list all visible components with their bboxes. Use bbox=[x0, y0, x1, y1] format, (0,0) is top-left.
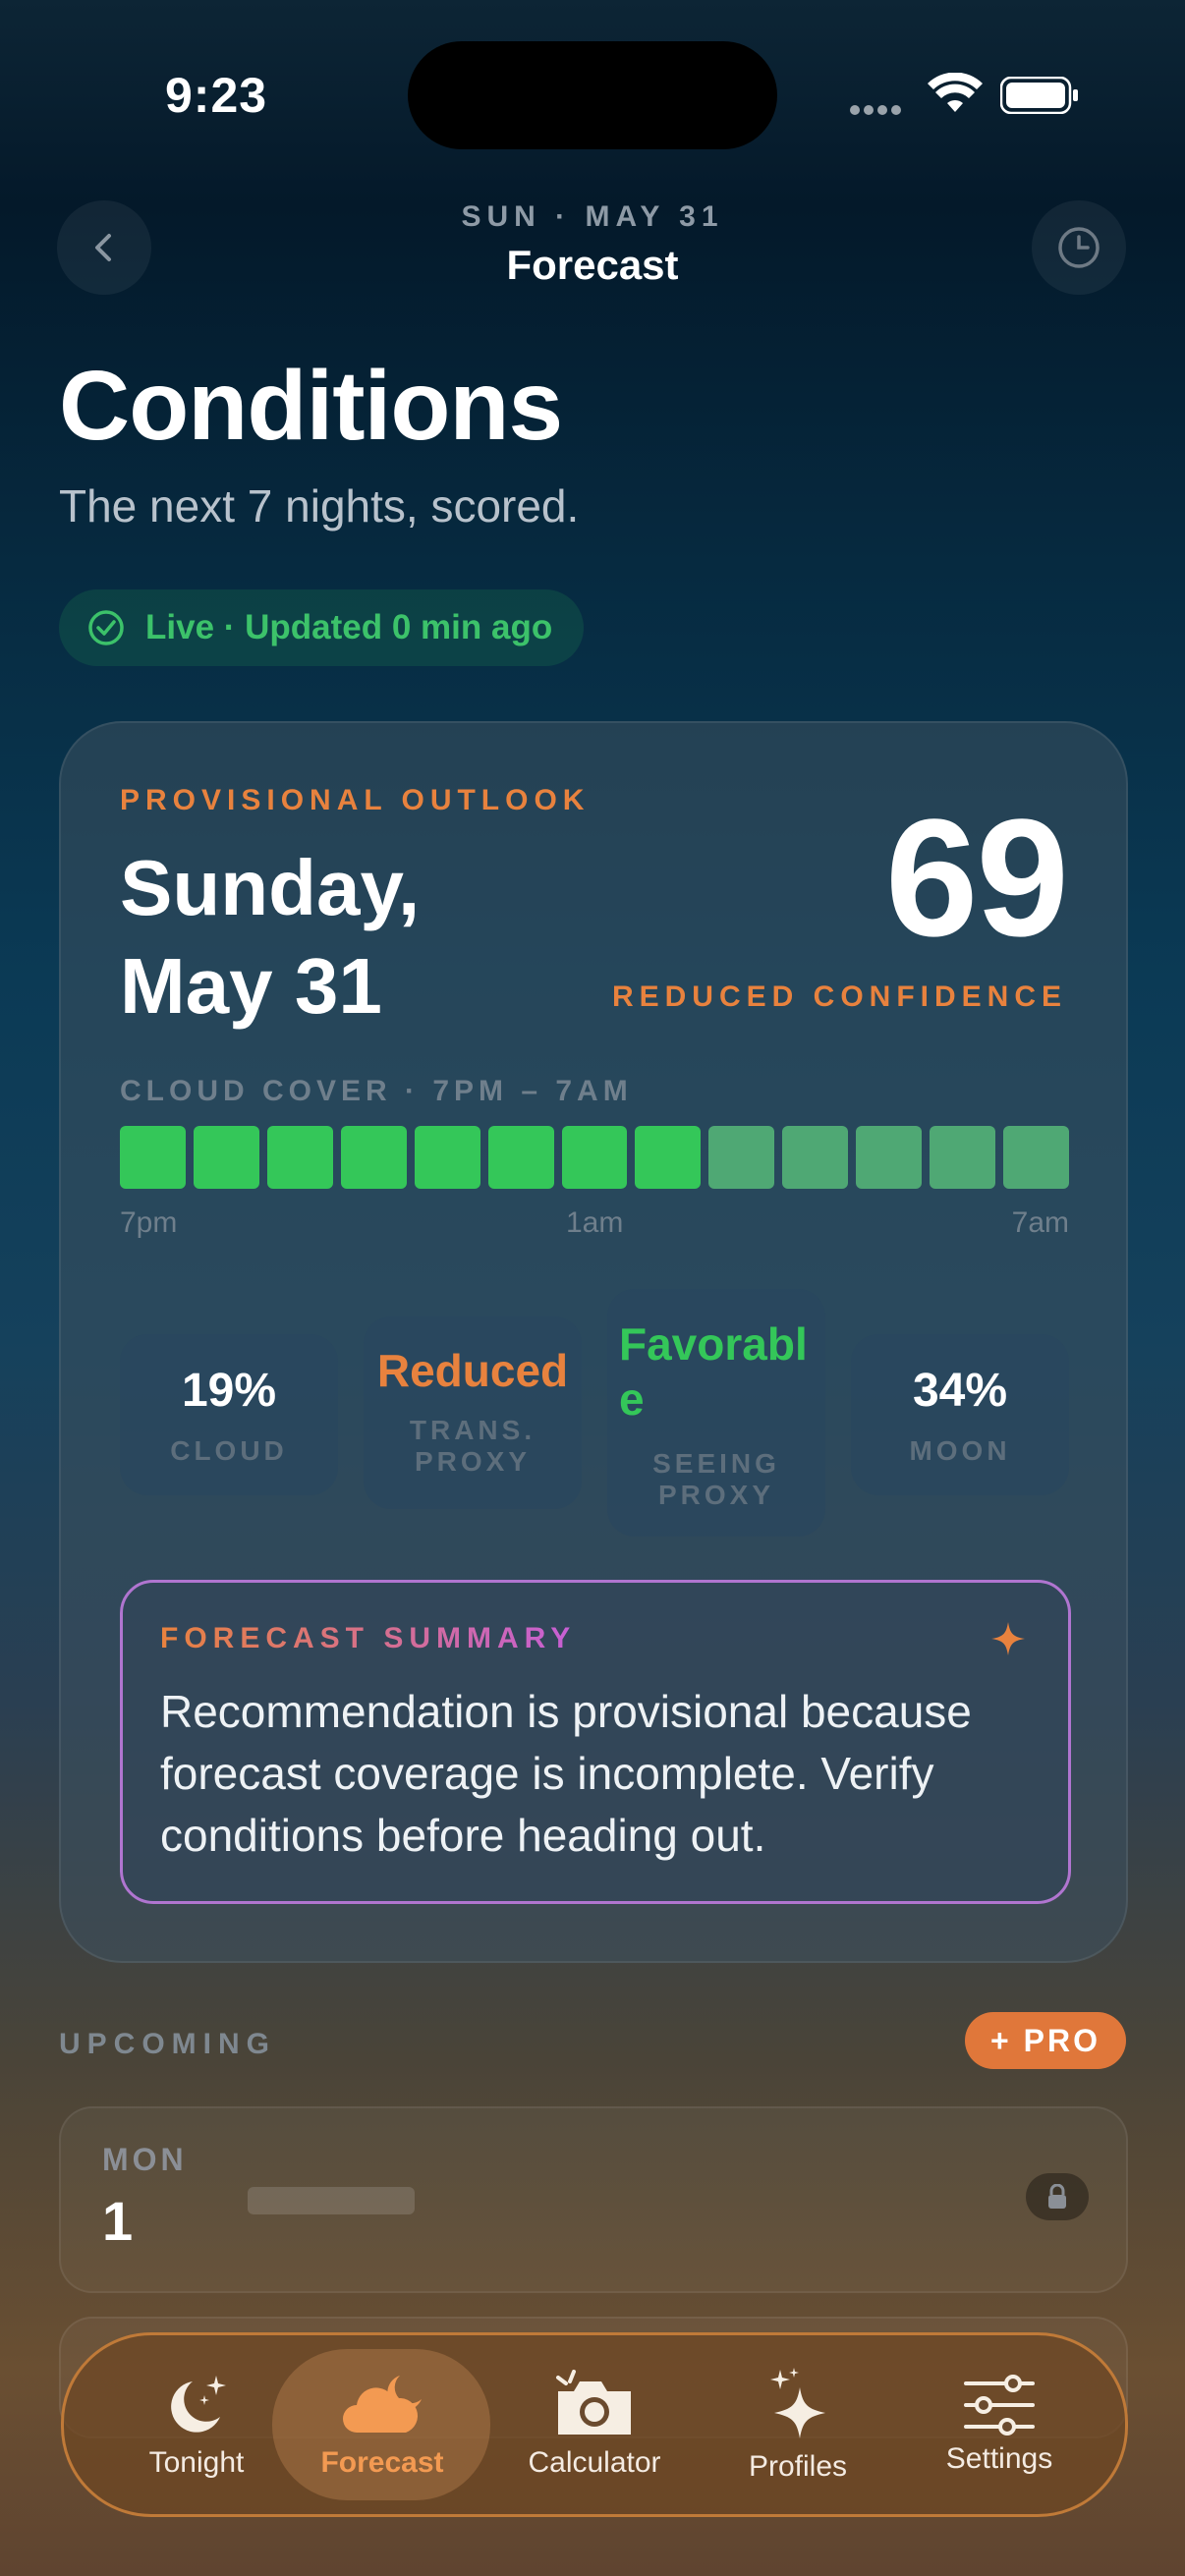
row-placeholder-bar bbox=[248, 2187, 415, 2214]
metric-cloud-value: 19% bbox=[181, 1365, 277, 1417]
nav-subtitle: SUN · MAY 31 bbox=[461, 200, 724, 233]
moon-stars-icon bbox=[171, 2376, 226, 2433]
cloud-segment-clear bbox=[266, 1126, 333, 1189]
score-value: 69 bbox=[884, 785, 1069, 972]
page-title: Conditions bbox=[59, 351, 563, 461]
cloud-segment-clear bbox=[487, 1126, 554, 1189]
tab-calculator[interactable]: Calculator bbox=[496, 2335, 693, 2514]
metric-transparency-label: TRANS. PROXY bbox=[409, 1415, 536, 1477]
metric-seeing-label: SEEING PROXY bbox=[652, 1448, 780, 1510]
battery-icon bbox=[1000, 77, 1078, 114]
card-date: Sunday, May 31 bbox=[120, 839, 611, 1036]
cloud-moon-icon bbox=[343, 2376, 422, 2433]
tab-forecast-label: Forecast bbox=[320, 2446, 444, 2479]
card-eyebrow: PROVISIONAL OUTLOOK bbox=[120, 784, 591, 816]
cloud-segment-clear bbox=[635, 1126, 702, 1189]
tab-bar: Tonight Forecast Calculator Profiles Set… bbox=[61, 2332, 1128, 2517]
tab-profiles-label: Profiles bbox=[748, 2450, 848, 2483]
tick-mid: 1am bbox=[566, 1206, 624, 1239]
summary-text: Recommendation is provisional because fo… bbox=[160, 1686, 972, 1861]
cloud-segment-partial bbox=[1003, 1126, 1069, 1189]
cloud-cover-label: CLOUD COVER · 7PM – 7AM bbox=[120, 1075, 633, 1107]
cloud-segment-clear bbox=[414, 1126, 480, 1189]
forecast-summary: FORECAST SUMMARY Recommendation is provi… bbox=[120, 1580, 1071, 1904]
metric-moon: 34% MOON bbox=[851, 1334, 1069, 1495]
tab-calculator-label: Calculator bbox=[528, 2446, 661, 2479]
history-button[interactable] bbox=[1032, 200, 1126, 295]
cloud-segment-partial bbox=[856, 1126, 923, 1189]
check-circle-icon bbox=[88, 610, 124, 645]
cloud-cover-bar bbox=[120, 1126, 1069, 1189]
pro-badge-button[interactable]: + PRO bbox=[965, 2012, 1126, 2069]
metric-moon-label: MOON bbox=[909, 1435, 1011, 1466]
camera-icon bbox=[556, 2370, 631, 2435]
nav-title: Forecast bbox=[506, 242, 679, 288]
sparkle-icon bbox=[991, 1622, 1025, 1655]
cloud-segment-clear bbox=[120, 1126, 186, 1189]
live-status-badge: Live · Updated 0 min ago bbox=[59, 589, 585, 666]
metric-moon-value: 34% bbox=[912, 1365, 1008, 1417]
tab-tonight-label: Tonight bbox=[148, 2446, 245, 2479]
tonight-outlook-card[interactable]: PROVISIONAL OUTLOOK Sunday, May 31 69 RE… bbox=[59, 721, 1128, 1963]
lock-badge bbox=[1026, 2173, 1089, 2220]
upcoming-row[interactable]: MON 1 bbox=[59, 2106, 1128, 2293]
cloud-segment-clear bbox=[193, 1126, 259, 1189]
metric-seeing-value: Favorable bbox=[619, 1318, 808, 1425]
metric-cloud: 19% CLOUD bbox=[120, 1334, 338, 1495]
tab-settings[interactable]: Settings bbox=[901, 2335, 1098, 2514]
wifi-icon bbox=[928, 73, 983, 112]
metric-transparency: Reduced TRANS. PROXY bbox=[364, 1316, 582, 1509]
lock-icon bbox=[1048, 2184, 1066, 2209]
page-subtitle: The next 7 nights, scored. bbox=[59, 480, 580, 532]
live-status-text: Live · Updated 0 min ago bbox=[145, 608, 553, 646]
tab-profiles[interactable]: Profiles bbox=[705, 2335, 891, 2514]
status-time: 9:23 bbox=[165, 68, 268, 123]
metric-cloud-label: CLOUD bbox=[170, 1435, 288, 1466]
clock-icon bbox=[1058, 227, 1100, 268]
tick-start: 7pm bbox=[120, 1206, 178, 1239]
upcoming-label: UPCOMING bbox=[59, 2028, 276, 2060]
card-date-day: May 31 bbox=[120, 942, 382, 1030]
row-date: 1 bbox=[102, 2190, 134, 2252]
signal-icon bbox=[850, 102, 905, 120]
card-date-weekday: Sunday, bbox=[120, 844, 421, 931]
tab-tonight[interactable]: Tonight bbox=[103, 2335, 290, 2514]
tab-settings-label: Settings bbox=[945, 2442, 1053, 2475]
sparkles-icon bbox=[770, 2368, 825, 2438]
confidence-label: REDUCED CONFIDENCE bbox=[611, 980, 1067, 1013]
row-day: MON bbox=[102, 2142, 188, 2177]
sliders-icon bbox=[964, 2375, 1035, 2436]
cloud-segment-partial bbox=[930, 1126, 996, 1189]
cloud-segment-partial bbox=[708, 1126, 775, 1189]
cloud-segment-clear bbox=[561, 1126, 628, 1189]
metric-seeing: Favorable SEEING PROXY bbox=[607, 1289, 825, 1537]
tab-forecast[interactable]: Forecast bbox=[284, 2335, 480, 2514]
summary-eyebrow: FORECAST SUMMARY bbox=[160, 1622, 577, 1654]
metric-transparency-value: Reduced bbox=[376, 1345, 569, 1396]
cloud-segment-partial bbox=[782, 1126, 849, 1189]
cloud-segment-clear bbox=[340, 1126, 407, 1189]
dynamic-island bbox=[408, 41, 777, 149]
tick-end: 7am bbox=[1011, 1206, 1069, 1239]
